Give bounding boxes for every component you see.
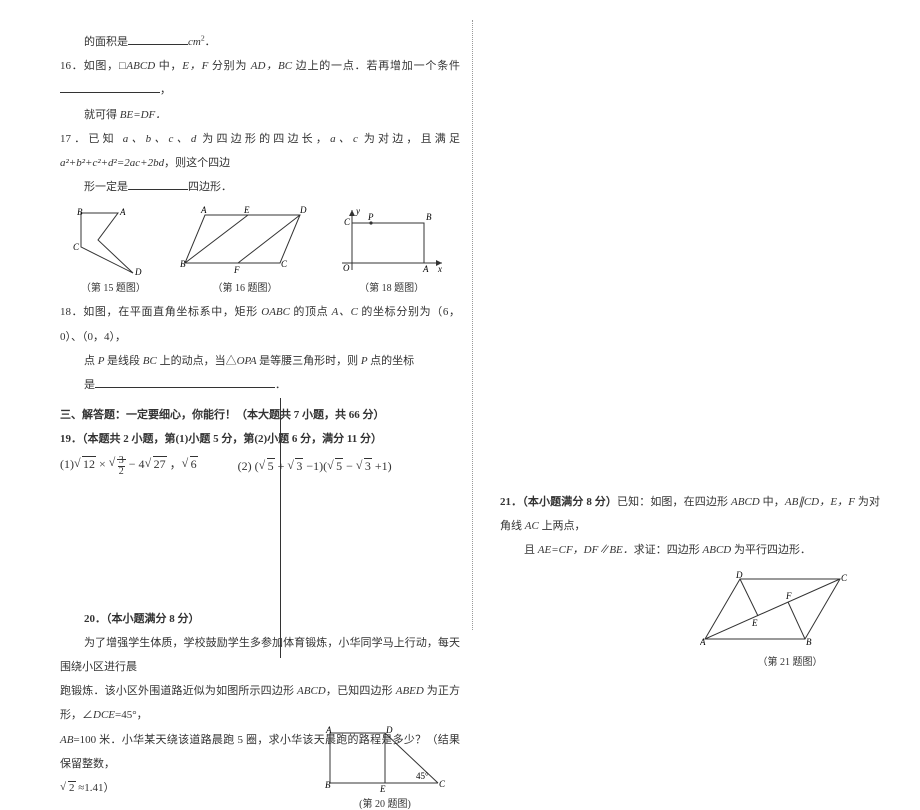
- q21-line2: 且 AE=CF，DF∥BE．求证：四边形 ABCD 为平行四边形．: [500, 538, 880, 562]
- svg-text:D: D: [134, 267, 142, 277]
- diagram-20: A D B E C 45° (第 20 题图): [320, 723, 450, 810]
- svg-text:B: B: [325, 780, 331, 790]
- svg-text:C: C: [841, 573, 848, 583]
- q15-blank: [128, 35, 188, 45]
- svg-text:E: E: [243, 205, 250, 215]
- svg-text:A: A: [422, 264, 429, 274]
- q15-tail: 的面积是cm2．: [60, 30, 460, 54]
- q16-line2: 就可得 BE=DF．: [60, 103, 460, 127]
- svg-text:A: A: [119, 207, 126, 217]
- svg-text:y: y: [355, 206, 360, 216]
- q18-blank: [95, 378, 275, 388]
- svg-text:D: D: [735, 571, 743, 580]
- svg-text:x: x: [437, 264, 442, 274]
- svg-text:B: B: [806, 637, 812, 647]
- q20-p1: 为了增强学生体质，学校鼓励学生多参加体育锻炼，小华同学马上行动，每天围绕小区进行…: [60, 631, 460, 679]
- svg-text:A: A: [700, 637, 706, 647]
- svg-text:B: B: [180, 259, 186, 269]
- diagram-row: B A C D （第 15 题图） A E D B F C （第 16 题图）: [60, 205, 460, 294]
- svg-text:C: C: [281, 259, 288, 269]
- diagram-15: B A C D （第 15 题图）: [73, 205, 153, 294]
- svg-text:A: A: [200, 205, 207, 215]
- svg-text:B: B: [426, 212, 432, 222]
- svg-text:F: F: [233, 265, 240, 275]
- svg-text:C: C: [439, 779, 446, 789]
- q19-part2: (2) (5 + 3 −1)(5 − 3 +1): [238, 459, 392, 474]
- svg-text:B: B: [77, 207, 83, 217]
- q19-header: 19．（本题共 2 小题，第(1)小题 5 分，第(2)小题 6 分，满分 11…: [60, 427, 460, 451]
- diagram-18: y C P B O A x （第 18 题图）: [337, 205, 447, 294]
- q19-part1: (1)12 × 32 − 427 ，6: [60, 455, 198, 476]
- diagram-16: A E D B F C （第 16 题图）: [180, 205, 310, 294]
- q18-line1: 18．如图，在平面直角坐标系中，矩形 OABC 的顶点 A、C 的坐标分别为（6…: [60, 300, 460, 348]
- q20-p2: 跑锻炼．该小区外围道路近似为如图所示四边形 ABCD，已知四边形 ABED 为正…: [60, 679, 460, 727]
- q20-header: 20．（本小题满分 8 分）: [60, 607, 460, 631]
- section-3-header: 三、解答题：一定要细心，你能行！（本大题共 7 小题，共 66 分）: [60, 403, 460, 427]
- q16-blank: [60, 83, 160, 93]
- q17-line2: 形一定是四边形．: [60, 175, 460, 199]
- svg-text:O: O: [343, 263, 350, 273]
- q17-line1: 17．已知 a、b、c、d 为四边形的四边长，a、c 为对边，且满足 a²+b²…: [60, 127, 460, 175]
- column-divider: [472, 20, 473, 630]
- svg-text:F: F: [785, 591, 792, 601]
- q17-blank: [128, 180, 188, 190]
- svg-text:C: C: [344, 217, 351, 227]
- svg-text:E: E: [379, 784, 386, 793]
- diagram-21: D C A B E F （第 21 题图）: [700, 571, 880, 668]
- q18-line2: 点 P 是线段 BC 上的动点，当△OPA 是等腰三角形时，则 P 点的坐标: [60, 349, 460, 373]
- q21-line1: 21．（本小题满分 8 分）已知：如图，在四边形 ABCD 中，AB∥CD，E，…: [500, 490, 880, 538]
- q16-line1: 16．如图，□ABCD 中，E，F 分别为 AD，BC 边上的一点．若再增加一个…: [60, 54, 460, 102]
- svg-text:D: D: [385, 725, 393, 735]
- svg-text:D: D: [299, 205, 307, 215]
- q18-line3: 是．: [60, 373, 460, 397]
- svg-text:A: A: [325, 725, 332, 735]
- vertical-divider-19: [280, 398, 281, 658]
- svg-text:P: P: [367, 212, 374, 222]
- q19-expressions: (1)12 × 32 − 427 ，6 (2) (5 + 3 −1)(5 − 3…: [60, 455, 460, 476]
- svg-text:45°: 45°: [416, 771, 429, 781]
- svg-text:E: E: [751, 618, 758, 628]
- svg-text:C: C: [73, 242, 80, 252]
